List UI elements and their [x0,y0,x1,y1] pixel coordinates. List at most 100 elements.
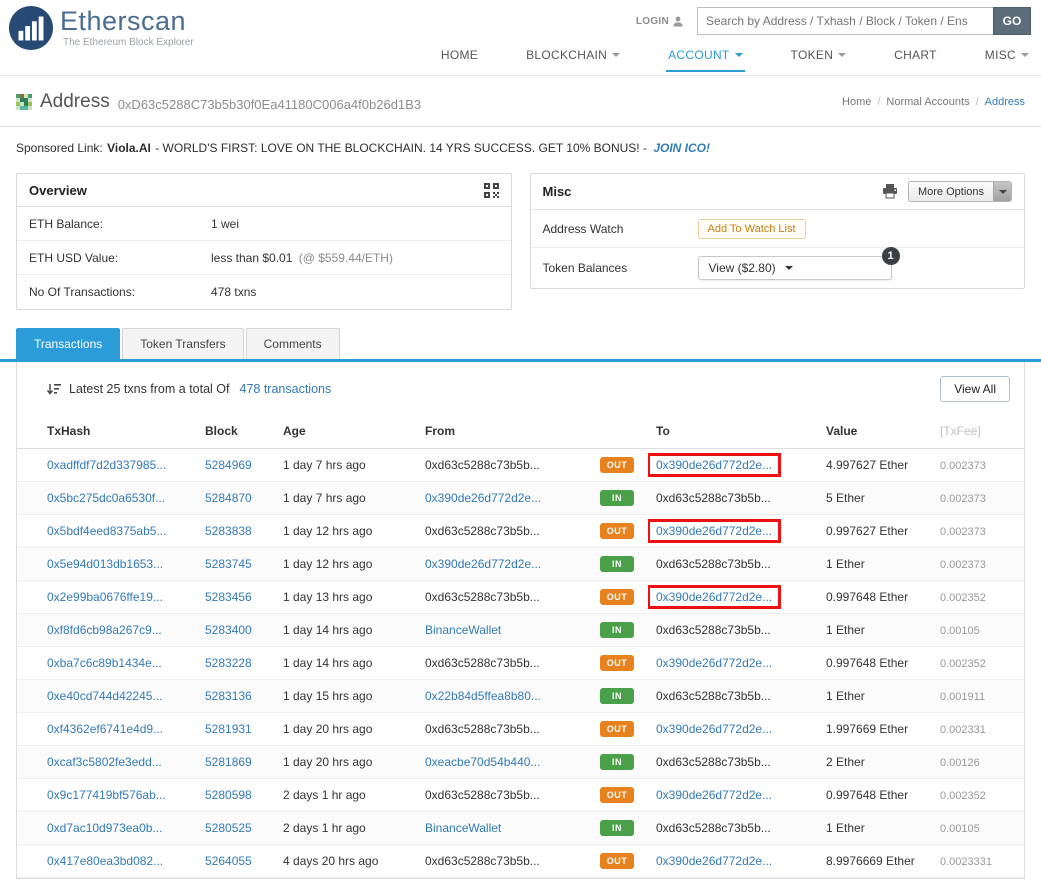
overview-rows: ETH Balance: 1 wei ETH USD Value: less than… [17,207,511,309]
out-badge: OUT [600,457,634,473]
txhash-link[interactable]: 0x2e99ba0676ffe19... [47,590,163,604]
out-badge: OUT [600,655,634,671]
from-address[interactable]: BinanceWallet [425,821,501,835]
block-link[interactable]: 5283136 [205,689,252,703]
txfee-text: 0.00105 [940,823,980,835]
block-link[interactable]: 5283228 [205,656,252,670]
from-address[interactable]: 0x390de26d772d2e... [425,491,541,505]
search-input[interactable] [697,7,993,35]
nav-item-label: CHART [894,48,937,62]
token-balances-dropdown[interactable]: View ($2.80) 1 [697,247,900,280]
from-address: 0xd63c5288c73b5b... [425,854,540,868]
txfee-text: 0.002352 [940,592,986,604]
total-transactions-link[interactable]: 478 transactions [240,382,332,396]
go-button[interactable]: GO [993,7,1031,35]
to-address: 0xd63c5288c73b5b... [656,821,771,835]
value-text: 1 Ether [826,557,865,571]
table-row: 0x5bdf4eed8375ab5... 5283838 1 day 12 hrs … [17,514,1024,548]
txhash-link[interactable]: 0xd7ac10d973ea0b... [47,821,162,835]
block-link[interactable]: 5264055 [205,854,252,868]
txhash-link[interactable]: 0x9c177419bf576ab... [47,788,166,802]
to-address[interactable]: 0x390de26d772d2e... [656,458,772,472]
age-text: 2 days 1 hr ago [283,788,366,802]
txfee-text: 0.002352 [940,790,986,802]
col-age: Age [275,414,417,449]
breadcrumb-normal-accounts[interactable]: Normal Accounts [886,96,969,108]
page-title: Address [40,91,110,112]
block-link[interactable]: 5283400 [205,623,252,637]
to-address[interactable]: 0x390de26d772d2e... [656,590,772,604]
txhash-link[interactable]: 0xba7c6c89b1434e... [47,656,162,670]
address-value: 0xD63c5288C73b5b30f0Ea41180C006a4f0b26d1… [117,96,422,112]
txhash-link[interactable]: 0x5bdf4eed8375ab5... [47,524,166,538]
to-address[interactable]: 0x390de26d772d2e... [656,524,772,538]
nav-item-home[interactable]: HOME [439,44,480,72]
chevron-down-icon [838,53,847,57]
etherscan-logo[interactable]: Etherscan The Ethereum Block Explorer [8,5,194,51]
block-link[interactable]: 5281869 [205,755,252,769]
from-address[interactable]: BinanceWallet [425,623,501,637]
from-address: 0xd63c5288c73b5b... [425,656,540,670]
txhash-link[interactable]: 0xadffdf7d2d337985... [47,458,166,472]
to-address[interactable]: 0x390de26d772d2e... [656,788,772,802]
tab-comments[interactable]: Comments [245,328,340,359]
to-address[interactable]: 0x390de26d772d2e... [656,722,772,736]
nav-item-token[interactable]: TOKEN [789,44,849,72]
token-balances-label: Token Balances [542,261,628,275]
overview-title: Overview [29,182,87,198]
nav-item-blockchain[interactable]: BLOCKCHAIN [524,44,622,72]
tab-transactions[interactable]: Transactions [16,328,121,359]
block-link[interactable]: 5283456 [205,590,252,604]
txhash-link[interactable]: 0xe40cd744d42245... [47,689,162,703]
to-address[interactable]: 0x390de26d772d2e... [656,656,772,670]
add-to-watch-list-button[interactable]: Add To Watch List [697,218,806,239]
to-address[interactable]: 0x390de26d772d2e... [656,854,772,868]
printer-icon[interactable] [882,184,898,199]
address-header: Address 0xD63c5288C73b5b30f0Ea41180C006a… [0,76,1041,127]
nav-item-label: HOME [440,48,479,62]
txhash-link[interactable]: 0x5bc275dc0a6530f... [47,491,165,505]
from-address[interactable]: 0x390de26d772d2e... [425,557,541,571]
transactions-panel: Latest 25 txns from a total Of 478 trans… [16,362,1025,879]
txhash-link[interactable]: 0xf8fd6cb98a267c9... [47,623,162,637]
from-address[interactable]: 0xeacbe70d54b440... [425,755,540,769]
in-badge: IN [600,556,634,572]
tab-token-transfers[interactable]: Token Transfers [122,328,244,359]
user-icon [673,16,683,26]
table-header-row: TxHash Block Age From To Value [TxFee] [17,414,1024,449]
breadcrumb-home[interactable]: Home [842,96,871,108]
from-address[interactable]: 0x22b84d5ffea8b80... [425,689,541,703]
value-text: 2 Ether [826,755,865,769]
txhash-link[interactable]: 0x417e80ea3bd082... [47,854,163,868]
red-highlight-box: 0x390de26d772d2e... [648,453,782,477]
block-link[interactable]: 5283745 [205,557,252,571]
txhash-link[interactable]: 0xf4362ef6741e4d9... [47,722,163,736]
nav-item-misc[interactable]: MISC [983,44,1031,72]
txhash-link[interactable]: 0xcaf3c5802fe3edd... [47,755,162,769]
overview-row-label: No Of Transactions: [29,285,136,299]
block-link[interactable]: 5283838 [205,524,252,538]
age-text: 1 day 15 hrs ago [283,689,373,703]
login-link[interactable]: LOGIN [636,16,683,27]
more-options-caret[interactable] [993,182,1011,201]
view-all-button[interactable]: View All [940,376,1010,402]
token-balances-row: Token Balances View ($2.80) 1 [531,247,1025,288]
sponsored-cta-link[interactable]: JOIN ICO! [653,141,710,155]
block-link[interactable]: 5281931 [205,722,252,736]
table-row: 0xd7ac10d973ea0b... 5280525 2 days 1 hr ag… [17,811,1024,845]
block-link[interactable]: 5284969 [205,458,252,472]
qrcode-icon[interactable] [483,182,499,198]
block-link[interactable]: 5280525 [205,821,252,835]
txhash-link[interactable]: 0x5e94d013db1653... [47,557,163,571]
from-address: 0xd63c5288c73b5b... [425,590,540,604]
block-link[interactable]: 5284870 [205,491,252,505]
more-options-button[interactable]: More Options [907,181,1012,202]
from-address: 0xd63c5288c73b5b... [425,788,540,802]
col-value: Value [818,414,932,449]
block-link[interactable]: 5280598 [205,788,252,802]
logo-subtitle: The Ethereum Block Explorer [63,37,194,48]
nav-item-chart[interactable]: CHART [892,44,939,72]
chevron-down-icon [998,189,1007,194]
table-row: 0xcaf3c5802fe3edd... 5281869 1 day 20 hrs … [17,745,1024,779]
nav-item-account[interactable]: ACCOUNT [666,44,745,72]
